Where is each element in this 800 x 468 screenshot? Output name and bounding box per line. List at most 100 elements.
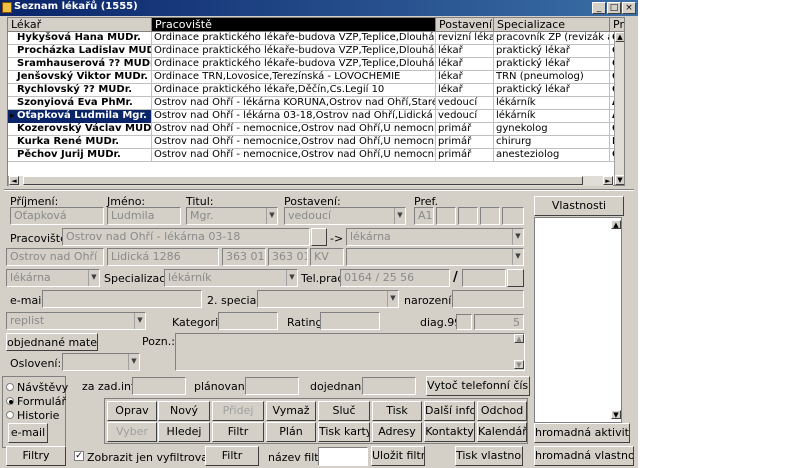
action-button-1-6[interactable]: Tisk: [372, 401, 422, 421]
filtry-button[interactable]: Filtry: [6, 446, 66, 466]
table-row[interactable]: Procházka Ladislav MUDr. Ordinace praktic…: [8, 45, 624, 58]
action-button-1-4[interactable]: Vymaž: [266, 401, 316, 421]
titul-select[interactable]: Mgr. ▼: [186, 207, 278, 225]
kategorie-field[interactable]: [218, 312, 278, 330]
pref-field-3[interactable]: [458, 207, 478, 225]
replist-dropdown-arrow[interactable]: ▼: [134, 313, 145, 329]
pracoviste-typ-select[interactable]: lékárna ▼: [346, 228, 524, 246]
table-row[interactable]: Szonyiová Eva PhMr. Ostrov nad Ohří - lék…: [8, 97, 624, 110]
action-button-1-7[interactable]: Další info...: [424, 401, 475, 421]
pref-field-2[interactable]: [436, 207, 456, 225]
action-button-2-8[interactable]: Kalendář: [477, 422, 527, 442]
specializace-select[interactable]: lékárník ▼: [164, 269, 298, 287]
action-button-1-8[interactable]: Odchod: [477, 401, 527, 421]
mesto-field[interactable]: Ostrov nad Ohří: [6, 248, 104, 266]
ulozit-filtr-button[interactable]: Uložit filtr: [371, 446, 425, 466]
postaveni-select[interactable]: vedoucí ▼: [284, 207, 406, 225]
minimize-button[interactable]: _: [592, 2, 606, 14]
prijmeni-field[interactable]: Oťapková: [10, 207, 104, 225]
radio-2[interactable]: [6, 397, 14, 405]
diag-small-field[interactable]: [456, 314, 472, 330]
zobrazit-checkbox[interactable]: ✓: [74, 451, 84, 461]
table-row[interactable]: Pěchov Jurij MUDr. Ostrov nad Ohří - nemo…: [8, 149, 624, 162]
close-button[interactable]: ×: [622, 2, 636, 14]
ulice-field[interactable]: Lidická 1286: [107, 248, 219, 266]
maximize-button[interactable]: □: [607, 2, 621, 14]
filtr-bottom-button[interactable]: Filtr: [205, 446, 259, 466]
okres-field[interactable]: KV: [310, 248, 344, 266]
action-button-2-5[interactable]: Tisk karty: [318, 422, 370, 442]
pref-field-1[interactable]: A1: [414, 207, 434, 225]
table-row[interactable]: Šramhauserová ?? MUDr. Ordinace praktické…: [8, 58, 624, 71]
psc-field-1[interactable]: 363 01: [222, 248, 266, 266]
typ-select[interactable]: lékárna ▼: [6, 269, 100, 287]
pozn-scroll-down-button[interactable]: ▼: [514, 360, 524, 369]
table-row[interactable]: Jenšovský Viktor MUDr. Ordinace TRN,Lovos…: [8, 71, 624, 84]
osloveni-select[interactable]: ▼: [62, 353, 140, 371]
psc-field-2[interactable]: 363 01: [268, 248, 308, 266]
column-header-pracoviste[interactable]: Pracoviště: [152, 18, 436, 32]
radio-3[interactable]: [6, 411, 14, 419]
special2-select[interactable]: ▼: [257, 290, 399, 308]
pracoviste-typ-dropdown-arrow[interactable]: ▼: [512, 229, 523, 245]
tel-extension-field[interactable]: [462, 269, 506, 287]
hromadna-vlastnost-button[interactable]: hromadná vlastnost: [534, 446, 634, 466]
typ-dropdown-arrow[interactable]: ▼: [88, 270, 99, 286]
grid-scroll-up-button[interactable]: ▲: [615, 32, 624, 42]
action-button-2-3[interactable]: Filtr: [212, 422, 264, 442]
action-button-2-6[interactable]: Adresy: [372, 422, 422, 442]
table-row[interactable]: Kurka René MUDr. Ostrov nad Ohří - nemocn…: [8, 136, 624, 149]
doctors-grid[interactable]: Lékař Pracoviště Postavení Specializace …: [7, 17, 625, 186]
radio-1[interactable]: [6, 383, 14, 391]
pozn-scroll-up-button[interactable]: ▲: [514, 334, 524, 343]
column-header-postaveni[interactable]: Postavení: [436, 18, 494, 32]
address-extra-dropdown-arrow[interactable]: ▼: [512, 249, 523, 265]
action-button-1-5[interactable]: Sluč: [318, 401, 370, 421]
action-button-1-1[interactable]: Oprav: [107, 401, 157, 421]
grid-scroll-left-button[interactable]: ◄: [9, 176, 19, 185]
jmeno-field[interactable]: Ludmila: [107, 207, 181, 225]
email-field[interactable]: [42, 290, 202, 308]
narozeni-field[interactable]: [452, 290, 524, 308]
grid-vertical-scrollbar[interactable]: ▲ ▼: [614, 32, 624, 185]
grid-horizontal-scrollbar[interactable]: ◄ ►: [8, 176, 613, 186]
telprac-field[interactable]: 0164 / 25 56: [340, 269, 450, 287]
specializace-dropdown-arrow[interactable]: ▼: [286, 270, 297, 286]
titul-dropdown-arrow[interactable]: ▼: [266, 208, 277, 224]
special2-dropdown-arrow[interactable]: ▼: [387, 291, 398, 307]
vytoc-telefonni-cislo-button[interactable]: Vytoč telefonní číslo: [426, 376, 530, 396]
action-button-2-2[interactable]: Hledej: [158, 422, 210, 442]
grid-scroll-down-button[interactable]: ▼: [615, 175, 624, 185]
action-button-2-1[interactable]: Vyber: [107, 422, 157, 442]
vlastnosti-button[interactable]: Vlastnosti: [534, 196, 624, 216]
pref-field-5[interactable]: [502, 207, 524, 225]
table-row[interactable]: Rychlovský ?? MUDr. Ordinace praktického …: [8, 84, 624, 97]
email-button[interactable]: e-mail: [8, 423, 48, 443]
vlastnosti-scroll-up-button[interactable]: ▲: [611, 220, 621, 229]
action-button-1-2[interactable]: Nový: [158, 401, 210, 421]
pozn-textarea[interactable]: ▲ ▼: [175, 333, 525, 371]
osloveni-dropdown-arrow[interactable]: ▼: [128, 354, 139, 370]
action-button-1-3[interactable]: Přidej: [212, 401, 264, 421]
tel-lookup-button[interactable]: [507, 269, 524, 287]
pref-field-4[interactable]: [480, 207, 500, 225]
vlastnosti-scroll-down-button[interactable]: ▼: [611, 410, 621, 419]
table-row[interactable]: Oťapková Ludmila Mgr. Ostrov nad Ohří - l…: [8, 110, 624, 123]
zazadint-field[interactable]: [132, 377, 186, 395]
grid-horizontal-thumb[interactable]: [23, 176, 583, 185]
column-header-lekar[interactable]: Lékař: [8, 18, 152, 32]
postaveni-dropdown-arrow[interactable]: ▼: [394, 208, 405, 224]
pracoviste-lookup-button[interactable]: [311, 228, 327, 246]
grid-scroll-right-button[interactable]: ►: [603, 176, 613, 185]
table-row[interactable]: Kozerovský Václav MUDr. Ostrov nad Ohří -…: [8, 123, 624, 136]
diag-value-field[interactable]: 5: [474, 314, 524, 330]
replist-select[interactable]: replist ▼: [6, 312, 146, 330]
column-header-pr[interactable]: Pr: [610, 18, 624, 32]
vlastnosti-list[interactable]: ▲ ▼: [534, 217, 622, 423]
column-header-specializace[interactable]: Specializace: [494, 18, 610, 32]
tisk-vlastnosti-button[interactable]: Tisk vlastností: [455, 446, 523, 466]
pracoviste-field[interactable]: Ostrov nad Ohří - lékárna 03-18: [62, 228, 310, 246]
rating-field[interactable]: [320, 312, 380, 330]
planovana-field[interactable]: [245, 377, 299, 395]
address-extra-select[interactable]: ▼: [346, 248, 524, 266]
